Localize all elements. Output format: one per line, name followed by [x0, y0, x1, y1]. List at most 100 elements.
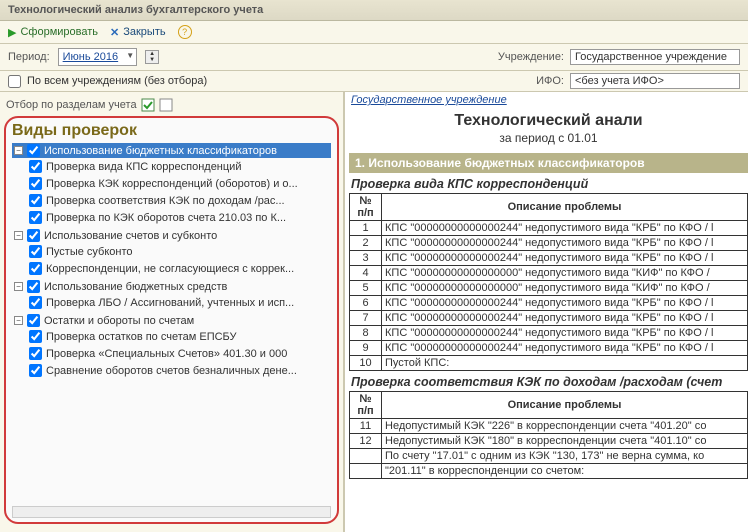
group-checkbox[interactable]: [27, 144, 40, 157]
tree-group[interactable]: − Использование бюджетных классификаторов: [12, 143, 331, 158]
item-label: Проверка соответствия КЭК по доходам /ра…: [46, 195, 285, 207]
item-checkbox[interactable]: [29, 245, 42, 258]
play-icon: ▶: [8, 26, 16, 39]
table-row: 6КПС "00000000000000244" недопустимого в…: [350, 296, 748, 311]
table-row: По счету "17.01" с одним из КЭК "130, 17…: [350, 449, 748, 464]
item-checkbox[interactable]: [29, 211, 42, 224]
table-row: 12Недопустимый КЭК "180" в корреспонденц…: [350, 434, 748, 449]
tree-item[interactable]: Пустые субконто: [26, 244, 331, 259]
report-content: Государственное учреждение Технологическ…: [345, 92, 748, 532]
cell-desc: "201.11" в корреспонденции со счетом:: [382, 464, 748, 479]
col-num: № п/п: [350, 194, 382, 221]
cell-num: 9: [350, 341, 382, 356]
cell-num: 7: [350, 311, 382, 326]
close-button[interactable]: ✕ Закрыть: [110, 26, 166, 39]
period-stepper[interactable]: ▲ ▼: [145, 50, 159, 64]
table-row: 9КПС "00000000000000244" недопустимого в…: [350, 341, 748, 356]
item-checkbox[interactable]: [29, 330, 42, 343]
item-checkbox[interactable]: [29, 364, 42, 377]
cell-desc: Недопустимый КЭК "226" в корреспонденции…: [382, 419, 748, 434]
org-input[interactable]: Государственное учреждение: [570, 49, 740, 65]
tree-item[interactable]: Проверка «Специальных Счетов» 401.30 и 0…: [26, 346, 331, 361]
collapse-icon[interactable]: −: [14, 231, 23, 240]
down-icon[interactable]: ▼: [146, 57, 158, 63]
item-checkbox[interactable]: [29, 347, 42, 360]
cell-num: 8: [350, 326, 382, 341]
all-orgs-label: По всем учреждениям (без отбора): [27, 75, 207, 87]
item-checkbox[interactable]: [29, 194, 42, 207]
cell-desc: КПС "00000000000000244" недопустимого ви…: [382, 236, 748, 251]
cell-num: 3: [350, 251, 382, 266]
action-bar: ▶ Сформировать ✕ Закрыть ?: [0, 21, 748, 44]
dropdown-icon: ▼: [126, 51, 134, 60]
collapse-icon[interactable]: −: [14, 146, 23, 155]
table-row: 11Недопустимый КЭК "226" в корреспонденц…: [350, 419, 748, 434]
tree-group[interactable]: − Остатки и обороты по счетам: [12, 313, 331, 328]
period-select[interactable]: Июнь 2016 ▼: [58, 48, 138, 66]
main-area: Отбор по разделам учета Виды проверок −И…: [0, 92, 748, 532]
item-checkbox[interactable]: [29, 177, 42, 190]
tree-item[interactable]: Проверка ЛБО / Ассигнований, учтенных и …: [26, 295, 331, 310]
item-checkbox[interactable]: [29, 296, 42, 309]
cell-num: 10: [350, 356, 382, 371]
collapse-icon[interactable]: −: [14, 316, 23, 325]
cell-desc: Недопустимый КЭК "180" в корреспонденции…: [382, 434, 748, 449]
form-button[interactable]: ▶ Сформировать: [8, 26, 98, 39]
close-button-label: Закрыть: [123, 26, 165, 38]
tree-item[interactable]: Проверка соответствия КЭК по доходам /ра…: [26, 193, 331, 208]
tree-item[interactable]: Корреспонденции, не согласующиеся с корр…: [26, 261, 331, 276]
group-checkbox[interactable]: [27, 280, 40, 293]
form-button-label: Сформировать: [20, 26, 98, 38]
item-checkbox[interactable]: [29, 160, 42, 173]
org-link[interactable]: Государственное учреждение: [349, 92, 748, 108]
tree-item[interactable]: Проверка остатков по счетам ЕПСБУ: [26, 329, 331, 344]
item-label: Проверка по КЭК оборотов счета 210.03 по…: [46, 212, 286, 224]
col-num: № п/п: [350, 392, 382, 419]
ifo-label: ИФО:: [536, 75, 564, 87]
tree-item[interactable]: Проверка по КЭК оборотов счета 210.03 по…: [26, 210, 331, 225]
group-label: Использование бюджетных классификаторов: [44, 145, 277, 157]
cell-num: 5: [350, 281, 382, 296]
check-all-icon[interactable]: [141, 98, 155, 112]
cell-desc: КПС "00000000000000244" недопустимого ви…: [382, 296, 748, 311]
ifo-input[interactable]: <без учета ИФО>: [570, 73, 740, 89]
tree-item[interactable]: Сравнение оборотов счетов безналичных де…: [26, 363, 331, 378]
section-header: 1. Использование бюджетных классификатор…: [349, 153, 748, 173]
item-label: Проверка вида КПС корреспонденций: [46, 161, 241, 173]
table-row: 7КПС "00000000000000244" недопустимого в…: [350, 311, 748, 326]
tree-item[interactable]: Проверка КЭК корреспонденций (оборотов) …: [26, 176, 331, 191]
period-label: Период:: [8, 51, 50, 63]
cell-desc: Пустой КПС:: [382, 356, 748, 371]
cell-desc: КПС "00000000000000244" недопустимого ви…: [382, 341, 748, 356]
group-checkbox[interactable]: [27, 314, 40, 327]
collapse-icon[interactable]: −: [14, 282, 23, 291]
all-orgs-checkbox[interactable]: [8, 75, 21, 88]
tree-group[interactable]: −Использование счетов и субконто: [12, 228, 331, 243]
col-desc: Описание проблемы: [382, 194, 748, 221]
table-row: 3КПС "00000000000000244" недопустимого в…: [350, 251, 748, 266]
cell-desc: КПС "00000000000000000" недопустимого ви…: [382, 266, 748, 281]
cell-desc: По счету "17.01" с одним из КЭК "130, 17…: [382, 449, 748, 464]
uncheck-all-icon[interactable]: [159, 98, 173, 112]
tree-title: Виды проверок: [12, 122, 331, 140]
table-row: 4КПС "00000000000000000" недопустимого в…: [350, 266, 748, 281]
sections-label: Отбор по разделам учета: [6, 99, 137, 111]
params-bar: Период: Июнь 2016 ▼ ▲ ▼ Учреждение: Госу…: [0, 44, 748, 71]
table1: № п/п Описание проблемы 1КПС "0000000000…: [349, 193, 748, 371]
cell-num: 11: [350, 419, 382, 434]
group-checkbox[interactable]: [27, 229, 40, 242]
table2-caption: Проверка соответствия КЭК по доходам /ра…: [349, 371, 748, 391]
group-label: Остатки и обороты по счетам: [44, 315, 194, 327]
tree-item[interactable]: Проверка вида КПС корреспонденций: [26, 159, 331, 174]
tree-group[interactable]: −Использование бюджетных средств: [12, 279, 331, 294]
cell-desc: КПС "00000000000000244" недопустимого ви…: [382, 251, 748, 266]
item-checkbox[interactable]: [29, 262, 42, 275]
col-desc: Описание проблемы: [382, 392, 748, 419]
help-icon[interactable]: ?: [178, 25, 192, 39]
cell-num: 1: [350, 221, 382, 236]
period-value: Июнь 2016: [63, 51, 119, 63]
cell-num: [350, 464, 382, 479]
item-label: Проверка КЭК корреспонденций (оборотов) …: [46, 178, 298, 190]
scrollbar-horizontal[interactable]: [12, 506, 331, 518]
cell-desc: КПС "00000000000000244" недопустимого ви…: [382, 221, 748, 236]
